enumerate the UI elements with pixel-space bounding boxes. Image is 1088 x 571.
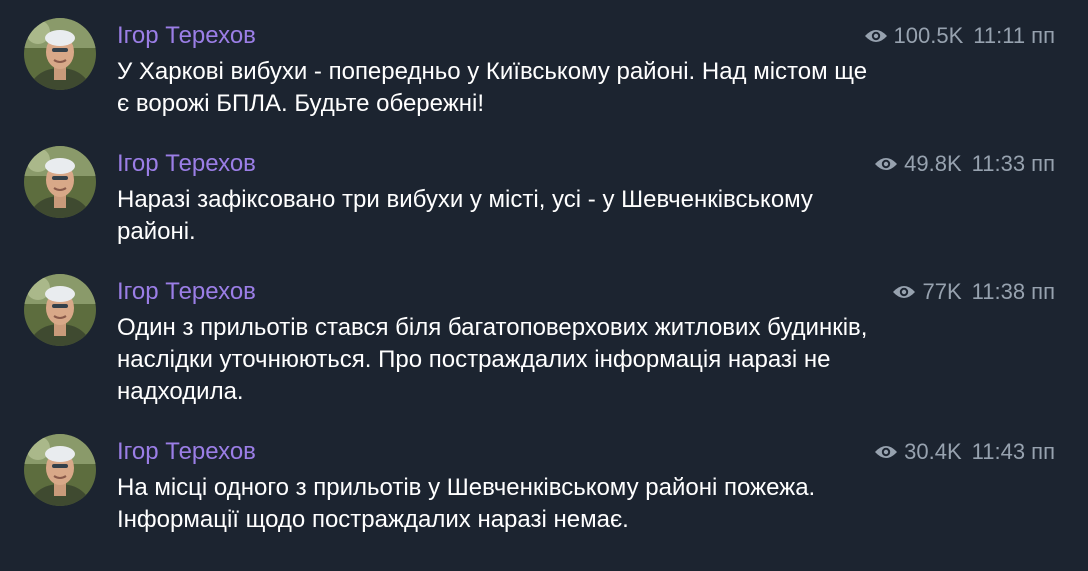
author-name[interactable]: Ігор Терехов (117, 20, 256, 52)
message-item[interactable]: Ігор Терехов 100.5K 11:11 пп У Харкові в… (0, 0, 1088, 128)
message-meta: 77K 11:38 пп (892, 278, 1055, 306)
view-count: 49.8K (904, 151, 962, 176)
avatar[interactable] (24, 146, 96, 218)
author-name[interactable]: Ігор Терехов (117, 276, 256, 308)
profile-photo (24, 146, 96, 218)
message-item[interactable]: Ігор Терехов 30.4K 11:43 пп На місці одн… (0, 416, 1088, 544)
eye-icon (874, 444, 898, 460)
message-item[interactable]: Ігор Терехов 49.8K 11:33 пп Наразі зафік… (0, 128, 1088, 256)
message-meta: 30.4K 11:43 пп (874, 438, 1055, 466)
eye-icon (864, 28, 888, 44)
avatar[interactable] (24, 18, 96, 90)
message-time: 11:33 пп (971, 151, 1055, 176)
author-name[interactable]: Ігор Терехов (117, 148, 256, 180)
author-name[interactable]: Ігор Терехов (117, 436, 256, 468)
message-text: Один з прильотів стався біля багатоповер… (117, 314, 868, 405)
profile-photo (24, 18, 96, 90)
eye-icon (892, 284, 916, 300)
message-item[interactable]: Ігор Терехов 77K 11:38 пп Один з прильот… (0, 256, 1088, 405)
avatar[interactable] (24, 274, 96, 346)
message-text: На місці одного з прильотів у Шевченківс… (117, 474, 816, 533)
profile-photo (24, 274, 96, 346)
message-time: 11:11 пп (973, 23, 1055, 48)
message-feed: Ігор Терехов 100.5K 11:11 пп У Харкові в… (0, 0, 1088, 571)
message-meta: 49.8K 11:33 пп (874, 150, 1055, 178)
profile-photo (24, 434, 96, 506)
message-time: 11:38 пп (971, 279, 1055, 304)
message-meta: 100.5K 11:11 пп (864, 22, 1055, 50)
view-count: 77K (922, 279, 962, 304)
eye-icon (874, 156, 898, 172)
message-text: У Харкові вибухи - попередньо у Київсько… (117, 58, 868, 117)
view-count: 30.4K (904, 439, 962, 464)
message-text: Наразі зафіксовано три вибухи у місті, у… (117, 186, 813, 245)
avatar[interactable] (24, 434, 96, 506)
view-count: 100.5K (893, 23, 964, 48)
message-time: 11:43 пп (971, 439, 1055, 464)
